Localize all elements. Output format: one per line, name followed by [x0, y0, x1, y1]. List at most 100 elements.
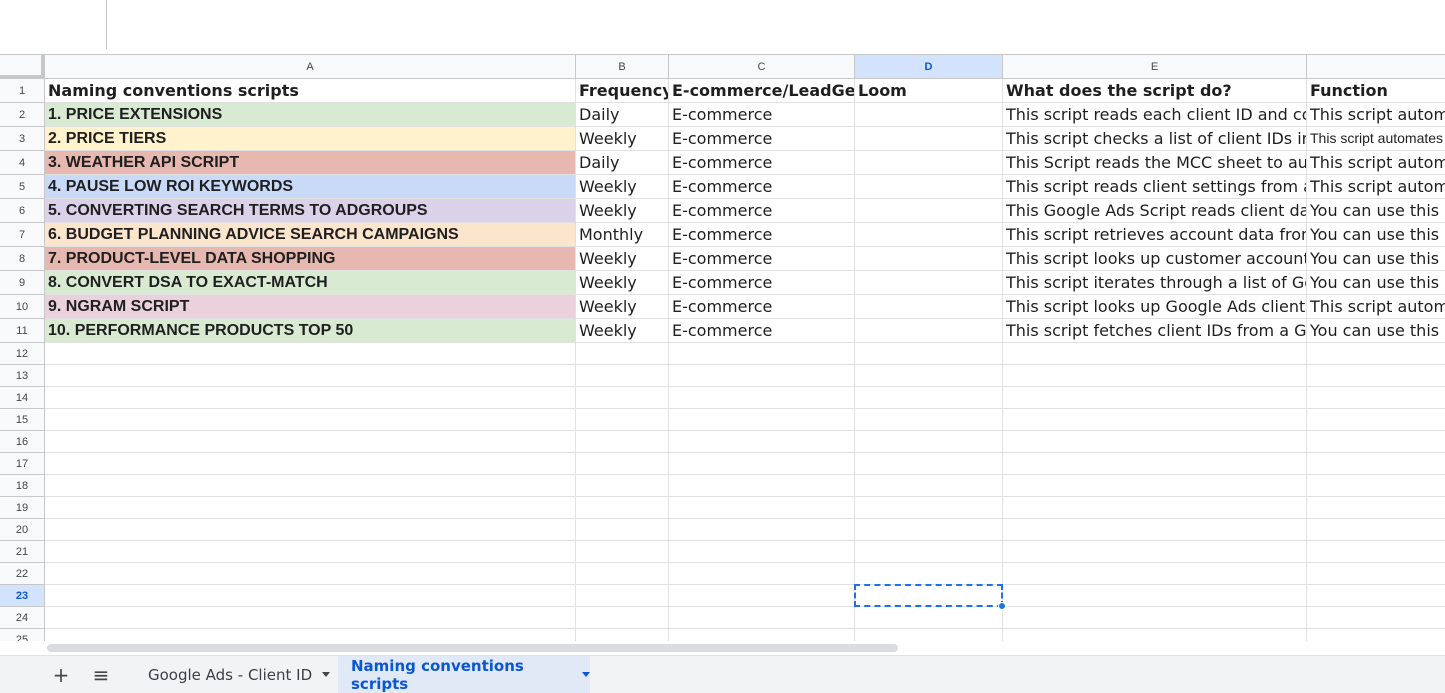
- cell-D21[interactable]: [855, 541, 1003, 563]
- row-header-18[interactable]: 18: [0, 475, 45, 497]
- cell-E9[interactable]: This script iterates through a list of G…: [1003, 271, 1307, 295]
- add-sheet-button[interactable]: +: [49, 663, 73, 687]
- row-header-21[interactable]: 21: [0, 541, 45, 563]
- cell-D5[interactable]: [855, 175, 1003, 199]
- cell-C16[interactable]: [669, 431, 855, 453]
- cell-B5[interactable]: Weekly: [576, 175, 669, 199]
- cell-next16[interactable]: [1307, 431, 1445, 453]
- cell-B16[interactable]: [576, 431, 669, 453]
- row-header-2[interactable]: 2: [0, 103, 45, 127]
- cell-E11[interactable]: This script fetches client IDs from a Go…: [1003, 319, 1307, 343]
- cell-next18[interactable]: [1307, 475, 1445, 497]
- cell-D6[interactable]: [855, 199, 1003, 223]
- cell-D20[interactable]: [855, 519, 1003, 541]
- row-header-19[interactable]: 19: [0, 497, 45, 519]
- row-header-7[interactable]: 7: [0, 223, 45, 247]
- cell-E19[interactable]: [1003, 497, 1307, 519]
- cell-E5[interactable]: This script reads client settings from a…: [1003, 175, 1307, 199]
- cell-E12[interactable]: [1003, 343, 1307, 365]
- cell-A14[interactable]: [45, 387, 576, 409]
- tab-google-ads-client-id[interactable]: Google Ads - Client ID: [133, 656, 338, 693]
- cell-A23[interactable]: [45, 585, 576, 607]
- cell-D15[interactable]: [855, 409, 1003, 431]
- cell-B17[interactable]: [576, 453, 669, 475]
- cell-C2[interactable]: E-commerce: [669, 103, 855, 127]
- cell-C11[interactable]: E-commerce: [669, 319, 855, 343]
- row-header-9[interactable]: 9: [0, 271, 45, 295]
- column-header-e[interactable]: E: [1003, 55, 1307, 79]
- cell-next19[interactable]: [1307, 497, 1445, 519]
- cell-E6[interactable]: This Google Ads Script reads client data: [1003, 199, 1307, 223]
- cell-D2[interactable]: [855, 103, 1003, 127]
- cell-B12[interactable]: [576, 343, 669, 365]
- cell-A18[interactable]: [45, 475, 576, 497]
- cell-A25[interactable]: [45, 629, 576, 641]
- cell-E1[interactable]: What does the script do?: [1003, 79, 1307, 103]
- cell-E4[interactable]: This Script reads the MCC sheet to autom…: [1003, 151, 1307, 175]
- horizontal-scrollbar-thumb[interactable]: [47, 644, 898, 652]
- cell-B7[interactable]: Monthly: [576, 223, 669, 247]
- cell-C25[interactable]: [669, 629, 855, 641]
- cell-B15[interactable]: [576, 409, 669, 431]
- cell-E3[interactable]: This script checks a list of client IDs …: [1003, 127, 1307, 151]
- cell-E13[interactable]: [1003, 365, 1307, 387]
- cell-next2[interactable]: This script automates: [1307, 103, 1445, 127]
- cell-A8[interactable]: 7. PRODUCT-LEVEL DATA SHOPPING: [45, 247, 576, 271]
- cell-C19[interactable]: [669, 497, 855, 519]
- cell-E15[interactable]: [1003, 409, 1307, 431]
- cell-C17[interactable]: [669, 453, 855, 475]
- cell-D19[interactable]: [855, 497, 1003, 519]
- cell-next23[interactable]: [1307, 585, 1445, 607]
- row-header-3[interactable]: 3: [0, 127, 45, 151]
- cell-next1[interactable]: Function: [1307, 79, 1445, 103]
- cell-E24[interactable]: [1003, 607, 1307, 629]
- cell-D14[interactable]: [855, 387, 1003, 409]
- cell-D7[interactable]: [855, 223, 1003, 247]
- cell-A24[interactable]: [45, 607, 576, 629]
- cell-D24[interactable]: [855, 607, 1003, 629]
- cell-A1[interactable]: Naming conventions scripts: [45, 79, 576, 103]
- cell-B23[interactable]: [576, 585, 669, 607]
- column-header-a[interactable]: A: [45, 55, 576, 79]
- cell-A12[interactable]: [45, 343, 576, 365]
- cell-B8[interactable]: Weekly: [576, 247, 669, 271]
- cell-B1[interactable]: Frequency: [576, 79, 669, 103]
- cell-A4[interactable]: 3. WEATHER API SCRIPT: [45, 151, 576, 175]
- cell-next25[interactable]: [1307, 629, 1445, 641]
- column-header-c[interactable]: C: [669, 55, 855, 79]
- cell-B24[interactable]: [576, 607, 669, 629]
- cell-A7[interactable]: 6. BUDGET PLANNING ADVICE SEARCH CAMPAIG…: [45, 223, 576, 247]
- cell-next21[interactable]: [1307, 541, 1445, 563]
- row-header-24[interactable]: 24: [0, 607, 45, 629]
- cell-A17[interactable]: [45, 453, 576, 475]
- cell-C24[interactable]: [669, 607, 855, 629]
- cell-next5[interactable]: This script automates: [1307, 175, 1445, 199]
- cell-next4[interactable]: This script automates: [1307, 151, 1445, 175]
- select-all-corner[interactable]: [0, 55, 45, 79]
- cell-D8[interactable]: [855, 247, 1003, 271]
- all-sheets-button[interactable]: ≡: [89, 663, 113, 687]
- cell-A9[interactable]: 8. CONVERT DSA TO EXACT-MATCH: [45, 271, 576, 295]
- cell-A21[interactable]: [45, 541, 576, 563]
- cell-E25[interactable]: [1003, 629, 1307, 641]
- cell-B14[interactable]: [576, 387, 669, 409]
- cell-E16[interactable]: [1003, 431, 1307, 453]
- cell-B11[interactable]: Weekly: [576, 319, 669, 343]
- cell-C5[interactable]: E-commerce: [669, 175, 855, 199]
- cell-B19[interactable]: [576, 497, 669, 519]
- cell-C21[interactable]: [669, 541, 855, 563]
- cell-A16[interactable]: [45, 431, 576, 453]
- cell-A2[interactable]: 1. PRICE EXTENSIONS: [45, 103, 576, 127]
- cell-A13[interactable]: [45, 365, 576, 387]
- cell-next20[interactable]: [1307, 519, 1445, 541]
- cell-C12[interactable]: [669, 343, 855, 365]
- cell-E2[interactable]: This script reads each client ID and con…: [1003, 103, 1307, 127]
- cell-next13[interactable]: [1307, 365, 1445, 387]
- cell-next10[interactable]: This script automates: [1307, 295, 1445, 319]
- cell-D18[interactable]: [855, 475, 1003, 497]
- cell-C4[interactable]: E-commerce: [669, 151, 855, 175]
- cell-next3[interactable]: This script automates the: [1307, 127, 1445, 151]
- cell-next22[interactable]: [1307, 563, 1445, 585]
- cell-next8[interactable]: You can use this script: [1307, 247, 1445, 271]
- cell-C18[interactable]: [669, 475, 855, 497]
